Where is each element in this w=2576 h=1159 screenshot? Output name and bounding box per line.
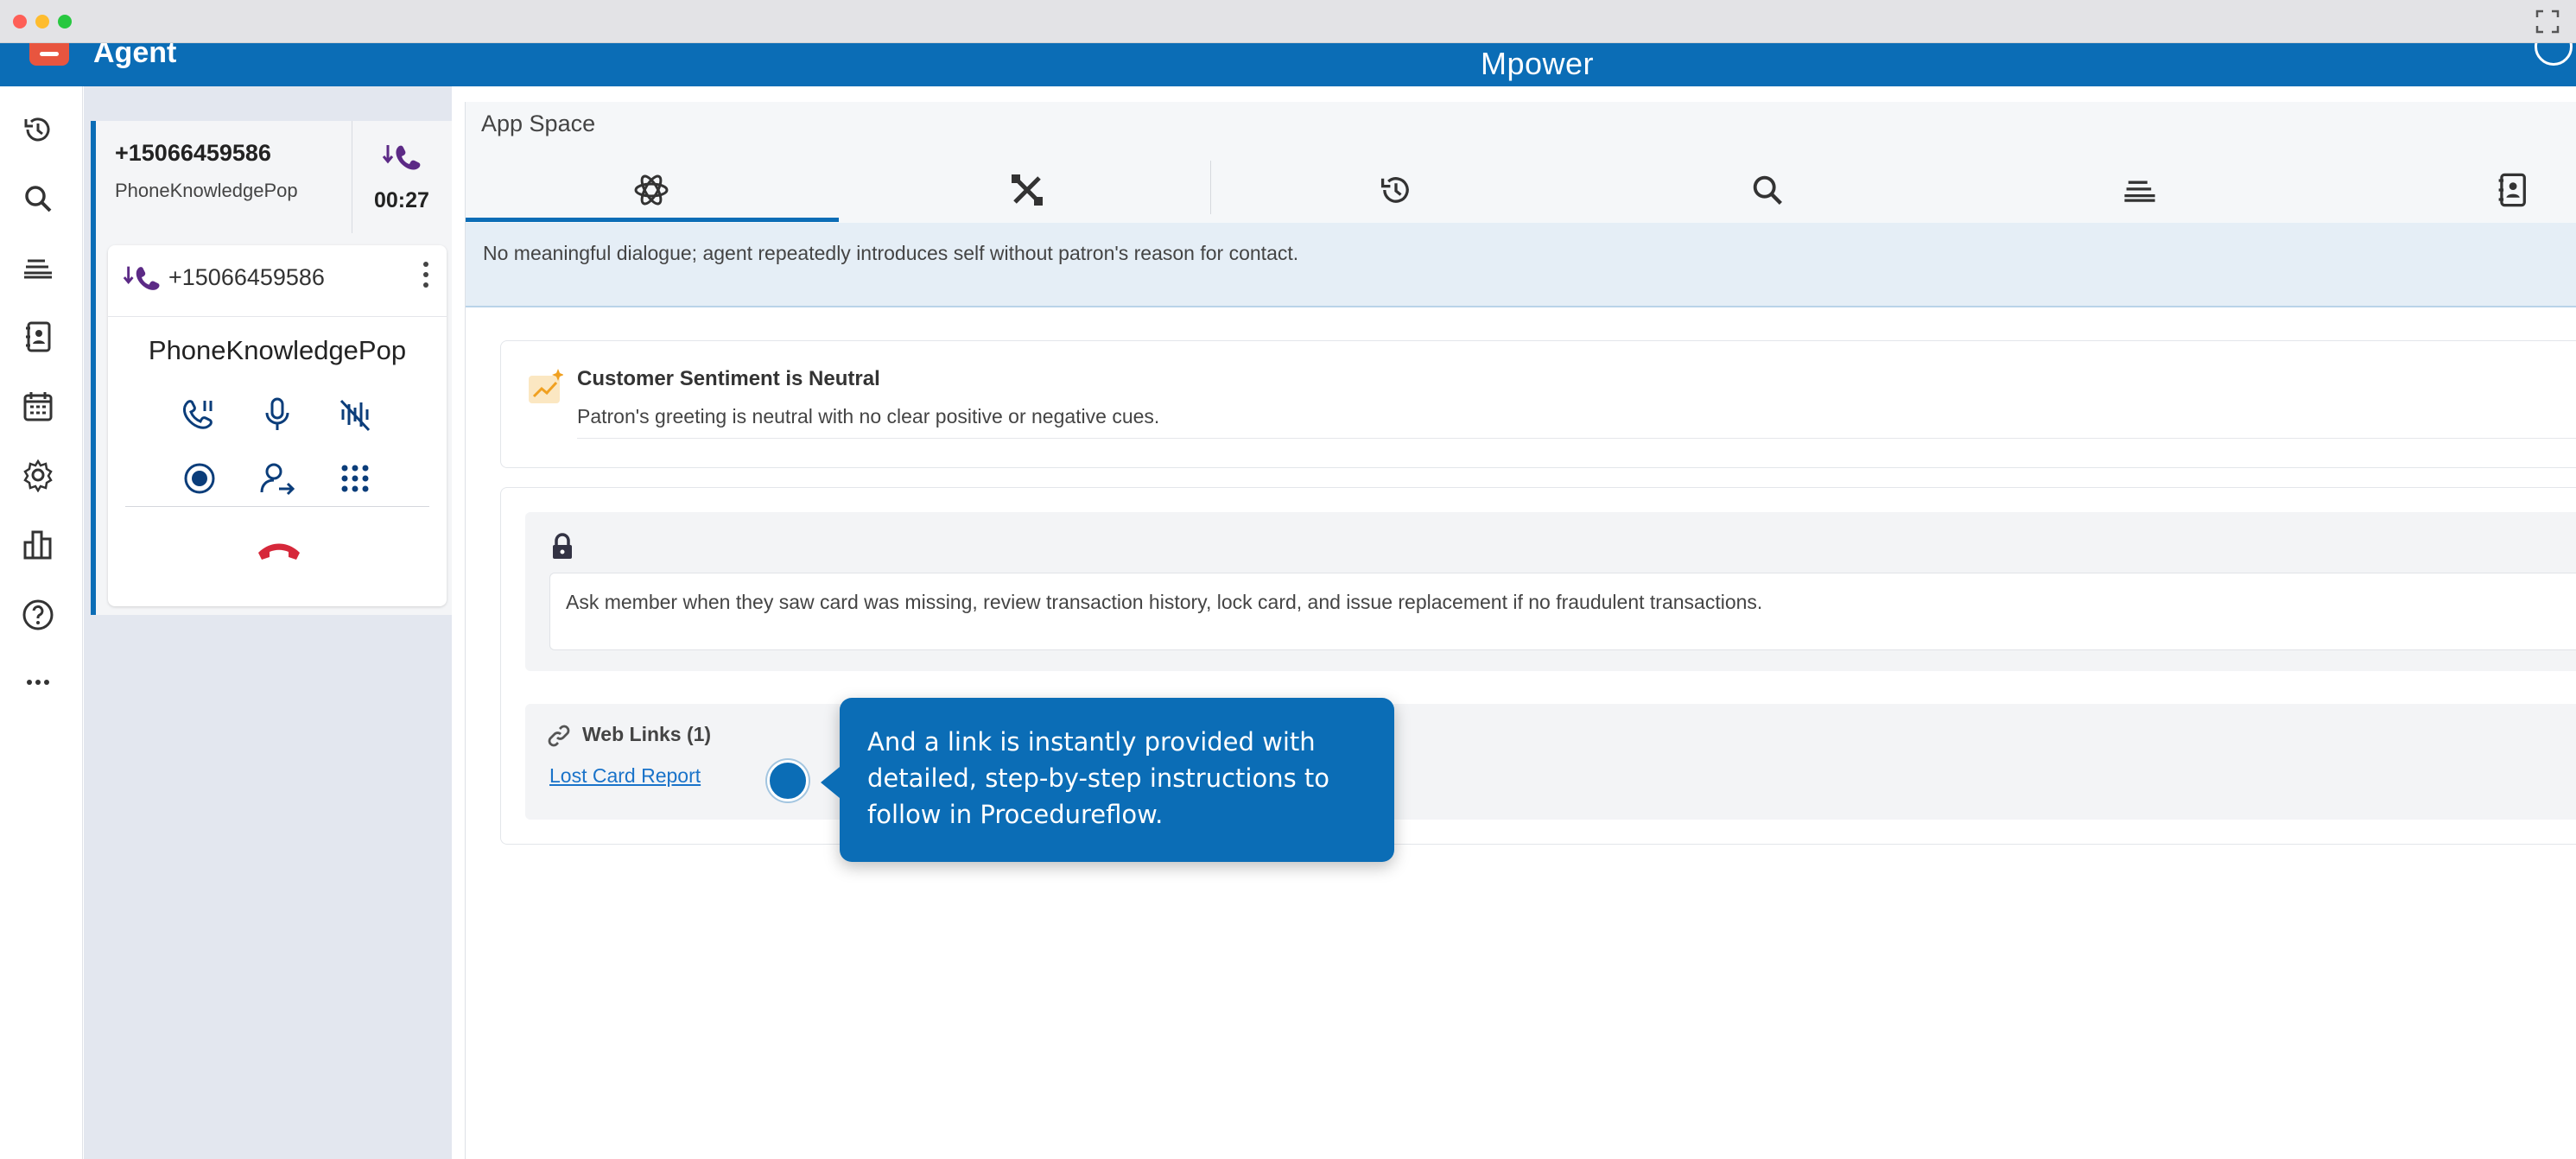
- kebab-menu-icon[interactable]: [417, 257, 435, 292]
- guidance-section: Ask member when they saw card was missin…: [525, 512, 2576, 671]
- app-header: Agent Mpower: [0, 43, 2576, 86]
- queue-icon[interactable]: [19, 249, 57, 287]
- lock-icon: [553, 533, 572, 559]
- app-space-header: App Space: [466, 102, 2576, 223]
- history-icon: [1380, 177, 1409, 203]
- transfer-call-button[interactable]: [255, 456, 300, 501]
- microphone-icon[interactable]: [255, 392, 300, 437]
- tab-contacts[interactable]: [2465, 157, 2560, 223]
- brand-logo: Mpower: [1481, 46, 1595, 81]
- sentiment-description: Patron's greeting is neutral with no cle…: [577, 405, 1160, 428]
- history-icon[interactable]: [19, 111, 57, 149]
- contacts-icon: [2498, 173, 2526, 207]
- search-icon[interactable]: [19, 180, 57, 218]
- tab-tools[interactable]: [980, 157, 1075, 223]
- divider: [108, 316, 447, 317]
- guidance-text-box: Ask member when they saw card was missin…: [549, 573, 2576, 650]
- incoming-call-icon: [382, 145, 421, 170]
- reports-icon[interactable]: [19, 525, 57, 563]
- queue-icon: [2124, 180, 2155, 202]
- contacts-icon[interactable]: [19, 318, 57, 356]
- active-tab-indicator: [466, 218, 839, 222]
- divider: [577, 438, 2576, 439]
- tab-ai-assist[interactable]: [604, 157, 699, 223]
- guidance-text: Ask member when they saw card was missin…: [566, 591, 1763, 613]
- tour-hotspot[interactable]: [767, 760, 809, 801]
- mute-audio-icon[interactable]: [333, 392, 378, 437]
- app-logo: [29, 43, 69, 66]
- call-number: +15066459586: [168, 264, 325, 290]
- tools-icon: [1012, 174, 1043, 206]
- conversation-number: +15066459586: [115, 140, 271, 166]
- fullscreen-icon[interactable]: [2535, 9, 2560, 35]
- incoming-call-icon: [123, 266, 160, 290]
- tab-queue[interactable]: [2092, 157, 2187, 223]
- hold-call-button[interactable]: [177, 392, 222, 437]
- web-links-title: Web Links (1): [582, 723, 712, 745]
- tour-tooltip: And a link is instantly provided with de…: [821, 698, 1394, 862]
- browser-titlebar: [0, 0, 2576, 43]
- tab-history[interactable]: [1348, 157, 1443, 223]
- hang-up-icon[interactable]: [253, 530, 305, 565]
- close-window-button[interactable]: [13, 15, 27, 28]
- ai-assist-icon: [634, 174, 669, 206]
- sentiment-card: Customer Sentiment is Neutral Patron's g…: [500, 340, 2576, 468]
- info-icon[interactable]: [2535, 43, 2573, 66]
- call-controls-card: +15066459586 PhoneKnowledgePop: [108, 245, 447, 606]
- call-timer: 00:27: [374, 188, 429, 212]
- search-icon: [1753, 175, 1782, 205]
- page-title: App Space: [481, 111, 596, 136]
- active-conversation-card[interactable]: +15066459586 PhoneKnowledgePop 00:27 +15…: [91, 121, 452, 615]
- conversation-queue: PhoneKnowledgePop: [115, 180, 298, 201]
- guidance-card: Ask member when they saw card was missin…: [500, 487, 2576, 845]
- calendar-icon[interactable]: [19, 387, 57, 425]
- help-icon[interactable]: [19, 596, 57, 634]
- conversation-summary[interactable]: +15066459586 PhoneKnowledgePop 00:27: [96, 121, 452, 233]
- more-icon[interactable]: [19, 663, 57, 701]
- minimize-window-button[interactable]: [35, 15, 49, 28]
- conversation-summary-bar: No meaningful dialogue; agent repeatedly…: [466, 223, 2576, 307]
- dialpad-icon[interactable]: [333, 456, 378, 501]
- settings-icon[interactable]: [19, 456, 57, 494]
- left-nav-rail: [0, 86, 83, 1159]
- link-icon: [548, 725, 570, 747]
- tooltip-text: And a link is instantly provided with de…: [867, 727, 1330, 829]
- tab-search[interactable]: [1720, 157, 1815, 223]
- divider: [1210, 161, 1211, 214]
- app-space-panel: App Space No meaningful dialogue; agent …: [465, 102, 2576, 1159]
- app-title: Agent: [93, 43, 177, 69]
- conversation-panel: +15066459586 PhoneKnowledgePop 00:27 +15…: [84, 86, 452, 1159]
- sentiment-trend-icon: [529, 369, 563, 403]
- record-button[interactable]: [177, 456, 222, 501]
- lost-card-report-link[interactable]: Lost Card Report: [549, 764, 701, 788]
- caller-name: PhoneKnowledgePop: [148, 335, 407, 365]
- web-links-section: Web Links (1) Lost Card Report: [525, 704, 2576, 820]
- divider: [125, 506, 429, 507]
- summary-text: No meaningful dialogue; agent repeatedly…: [483, 242, 1299, 264]
- sentiment-title: Customer Sentiment is Neutral: [577, 367, 880, 390]
- maximize-window-button[interactable]: [58, 15, 72, 28]
